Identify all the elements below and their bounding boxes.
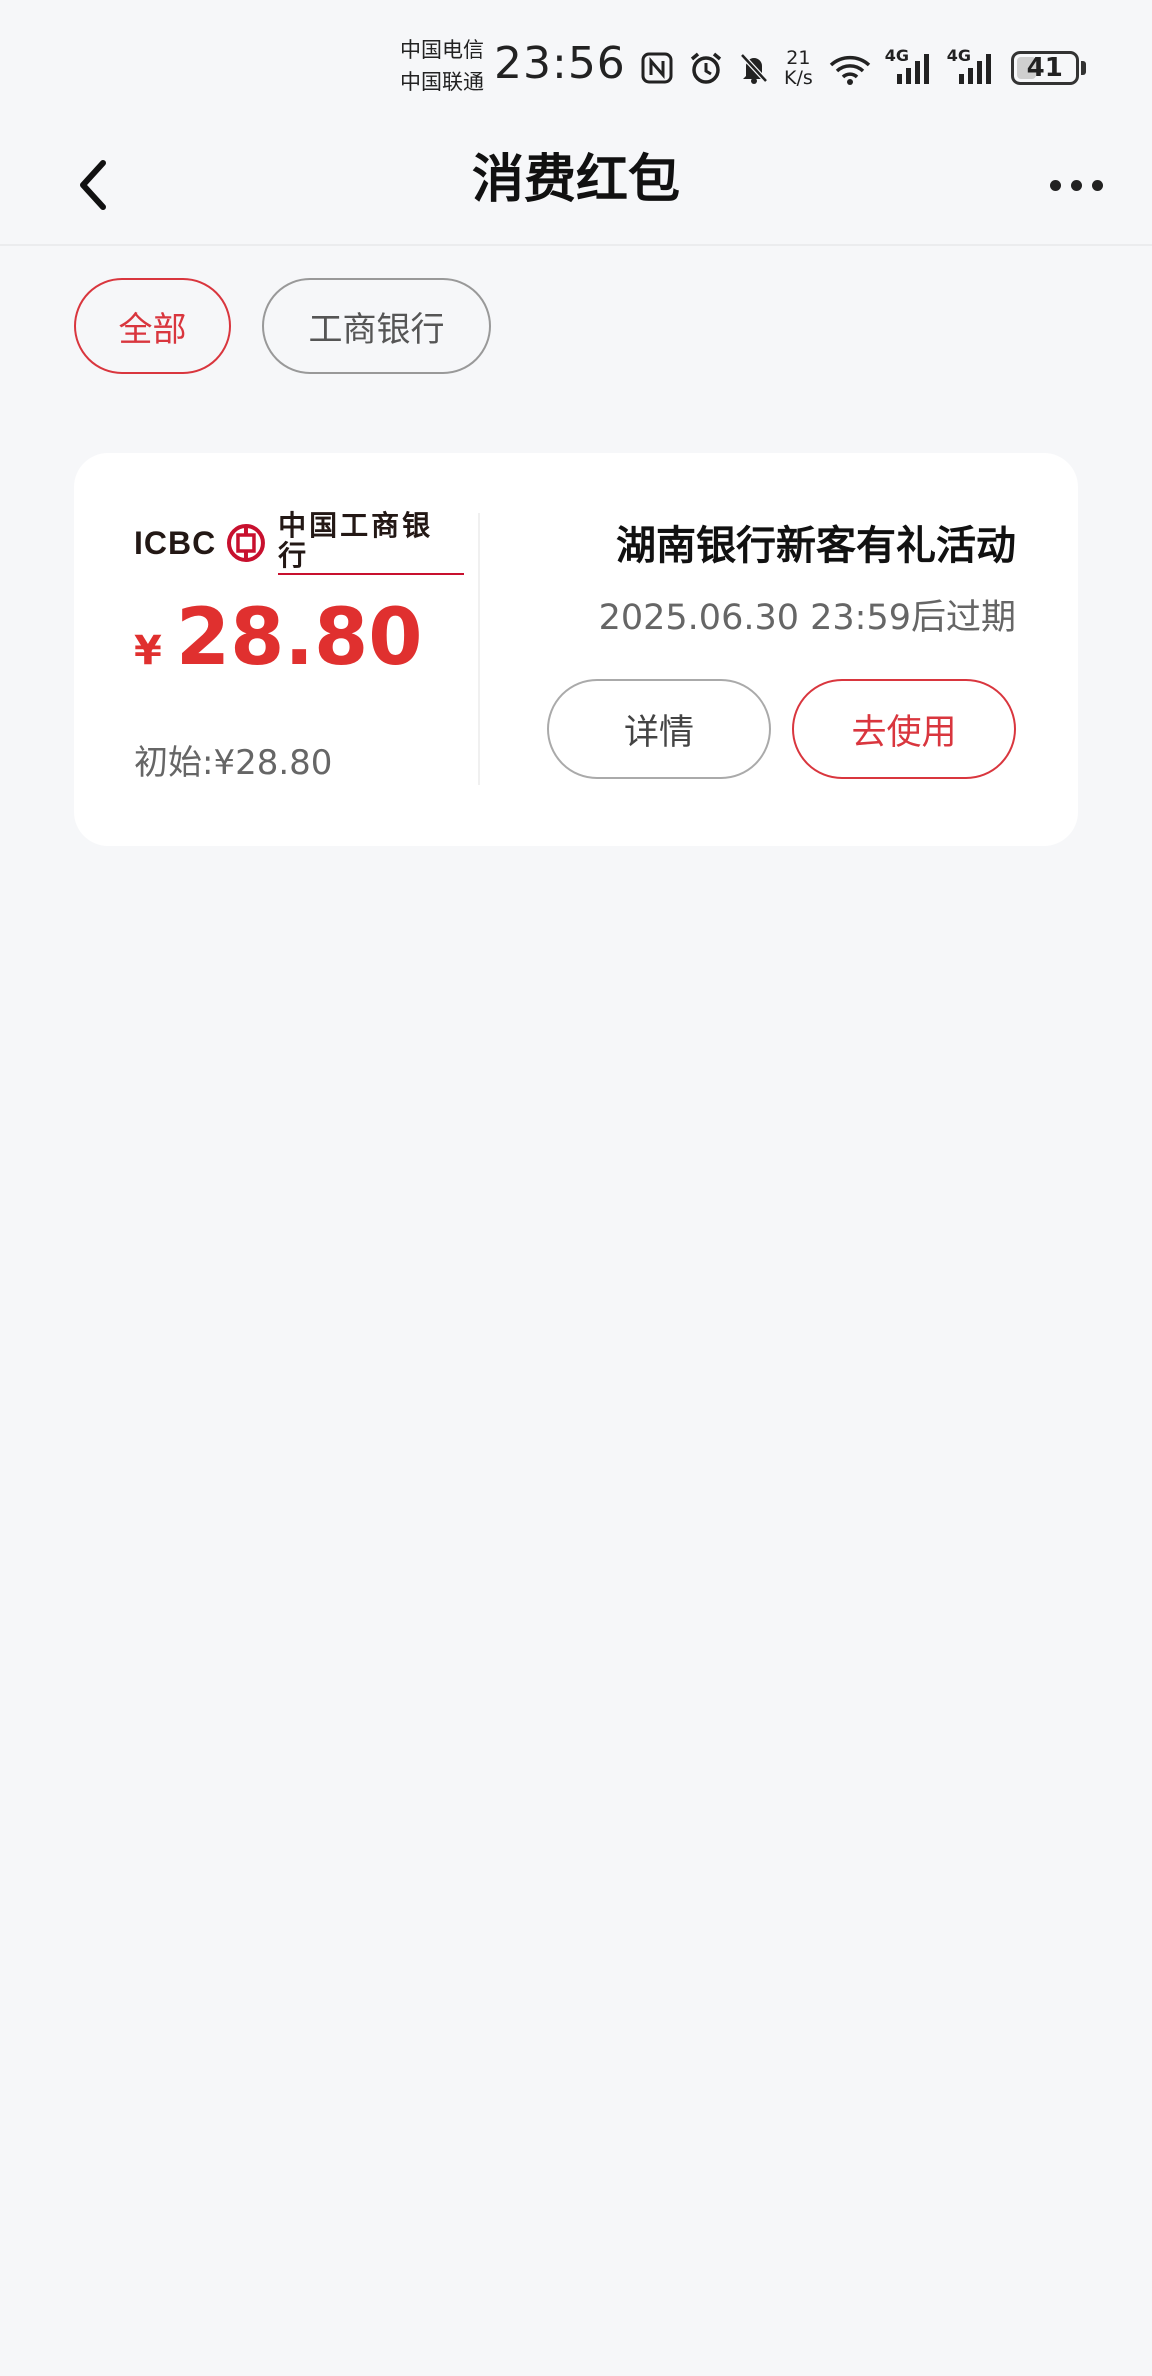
status-bar: 中国电信 中国联通 23:56 21 K/s 4G 4G 41: [0, 0, 1152, 130]
expiry-text: 2025.06.30 23:59后过期: [598, 598, 1016, 638]
status-time: 23:56: [494, 38, 626, 89]
battery-icon: 41: [1010, 51, 1079, 85]
card-divider: [478, 513, 480, 785]
net-speed-unit: K/s: [784, 67, 813, 89]
filter-chip-all[interactable]: 全部: [74, 278, 231, 374]
carrier-2: 中国联通: [400, 70, 484, 94]
coupon-amount: ¥ 28.80: [134, 593, 423, 683]
signal-icon: 4G: [947, 46, 997, 86]
more-horizontal-icon: [1049, 179, 1061, 191]
wifi-icon: [827, 51, 873, 85]
currency-symbol: ¥: [134, 628, 162, 674]
net-speed: 21 K/s: [784, 48, 813, 88]
status-icons: 21 K/s 4G 4G 41: [640, 42, 1086, 94]
battery-level: 41: [1026, 53, 1063, 83]
nav-bar: 消费红包: [0, 130, 1152, 246]
more-horizontal-icon: [1091, 179, 1103, 191]
bank-logo-text: ICBC: [134, 524, 217, 561]
battery-tip: [1080, 61, 1086, 75]
coupon-card: ICBC 中国工商银行 ¥ 28.80 初始:¥28.80 湖南银行新客有礼活动…: [74, 453, 1078, 846]
bank-name: 中国工商银行: [278, 511, 464, 575]
activity-name: 湖南银行新客有礼活动: [616, 523, 1016, 569]
use-button[interactable]: 去使用: [792, 679, 1016, 779]
signal-2-label: 4G: [946, 46, 972, 65]
page-title: 消费红包: [471, 150, 680, 210]
net-speed-value: 21: [786, 47, 811, 69]
carrier-1: 中国电信: [400, 38, 484, 62]
bank-logo: ICBC 中国工商银行: [134, 511, 464, 575]
amount-value: 28.80: [175, 593, 423, 683]
initial-label: 初始:: [134, 743, 214, 783]
initial-value: ¥28.80: [213, 743, 333, 783]
initial-amount: 初始:¥28.80: [134, 735, 332, 784]
signal-1-label: 4G: [884, 46, 910, 65]
alarm-icon: [688, 50, 724, 86]
more-horizontal-icon: [1070, 179, 1082, 191]
filter-chip-icbc[interactable]: 工商银行: [262, 278, 491, 374]
more-button[interactable]: [1040, 150, 1112, 220]
carrier-names: 中国电信 中国联通: [400, 34, 484, 98]
detail-button[interactable]: 详情: [547, 679, 771, 779]
icbc-logo-icon: [227, 524, 266, 562]
nfc-icon: [640, 51, 674, 85]
signal-icon: 4G: [885, 46, 935, 86]
mute-bell-icon: [738, 51, 770, 85]
